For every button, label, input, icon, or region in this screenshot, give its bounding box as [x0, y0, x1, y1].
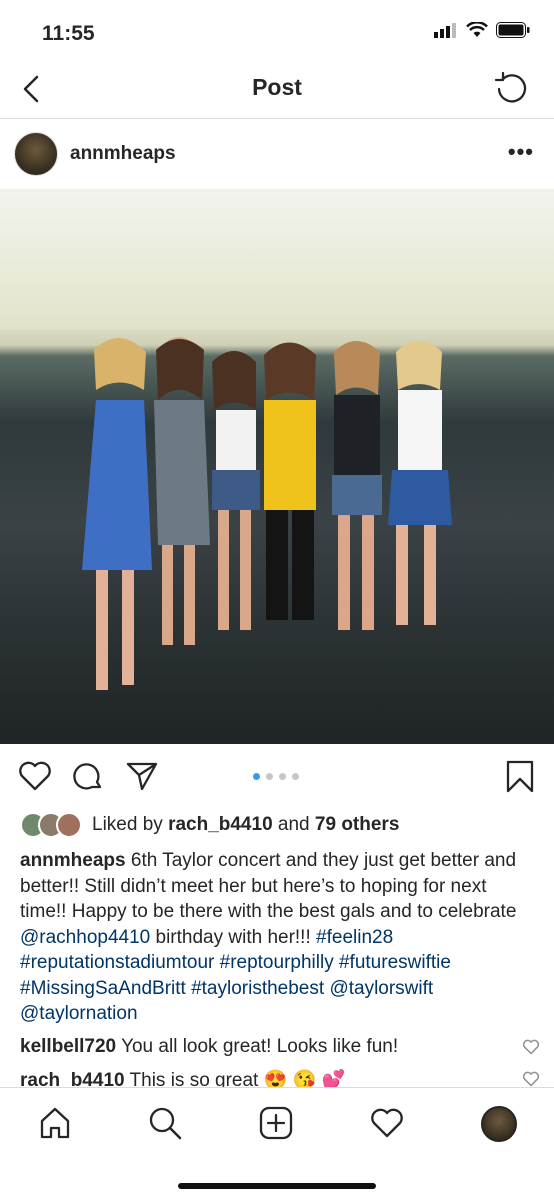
hashtag[interactable]: #MissingSaAndBritt	[20, 978, 186, 999]
likes-row[interactable]: Liked by rach_b4410 and 79 others	[20, 810, 399, 840]
carousel-dot	[292, 773, 299, 780]
post-caption: annmheaps 6th Taylor concert and they ju…	[20, 848, 535, 1027]
comment-row: kellbell720 You all look great! Looks li…	[20, 1036, 540, 1058]
home-icon[interactable]	[38, 1106, 72, 1140]
heart-icon[interactable]	[18, 760, 52, 792]
comment-username[interactable]: kellbell720	[20, 1036, 116, 1057]
comment-like-icon[interactable]	[522, 1039, 540, 1055]
status-time: 11:55	[42, 22, 95, 45]
group-of-people-image	[82, 337, 452, 690]
avatar[interactable]	[14, 132, 58, 176]
likes-middle: and	[277, 814, 310, 835]
caption-username[interactable]: annmheaps	[20, 850, 126, 871]
likes-prefix: Liked by	[92, 814, 163, 835]
activity-heart-icon[interactable]	[370, 1106, 404, 1140]
carousel-dot	[266, 773, 273, 780]
carousel-indicator	[253, 773, 299, 780]
liker-avatar	[56, 812, 82, 838]
post-header: annmheaps •••	[0, 119, 554, 190]
post-actions	[0, 745, 554, 807]
search-icon[interactable]	[148, 1106, 182, 1140]
status-icons	[434, 22, 530, 38]
post-username[interactable]: annmheaps	[70, 143, 176, 165]
carousel-dot	[279, 773, 286, 780]
hashtag[interactable]: #tayloristhebest	[191, 978, 324, 999]
mention[interactable]: @taylorswift	[329, 978, 433, 999]
new-post-icon[interactable]	[259, 1106, 293, 1140]
likes-user[interactable]: rach_b4410	[168, 814, 273, 836]
liker-avatars	[20, 812, 82, 838]
mention[interactable]: @taylornation	[20, 1003, 138, 1024]
hashtag[interactable]: #reptourphilly	[220, 952, 334, 973]
wifi-icon	[466, 22, 488, 37]
comment-text: You all look great! Looks like fun!	[121, 1036, 399, 1057]
battery-icon	[496, 22, 530, 38]
caption-mention[interactable]: @rachhop4410	[20, 927, 150, 948]
photo-sky	[0, 190, 554, 330]
comment-icon[interactable]	[72, 760, 104, 792]
post-photo[interactable]	[0, 190, 554, 744]
share-icon[interactable]	[125, 760, 159, 792]
status-bar: 11:55	[0, 0, 554, 60]
caption-text: birthday with her!!!	[155, 926, 311, 948]
home-indicator[interactable]	[178, 1183, 376, 1189]
comment-like-icon[interactable]	[522, 1071, 540, 1087]
hashtag[interactable]: #futureswiftie	[339, 952, 451, 973]
signal-icon	[434, 23, 456, 38]
bookmark-icon[interactable]	[506, 760, 534, 794]
hashtag[interactable]: #reputationstadiumtour	[20, 952, 214, 973]
page-title: Post	[252, 74, 302, 100]
comment-row: rach_b4410 This is so great 😍 😘 💕	[20, 1068, 540, 1091]
profile-tab-avatar[interactable]	[481, 1106, 517, 1142]
nav-bar: Post	[0, 60, 554, 119]
likes-others[interactable]: 79 others	[315, 814, 399, 836]
carousel-dot	[253, 773, 260, 780]
hashtag[interactable]: #feelin28	[316, 927, 393, 948]
refresh-icon[interactable]	[494, 72, 528, 106]
more-options-icon[interactable]: •••	[508, 139, 534, 165]
